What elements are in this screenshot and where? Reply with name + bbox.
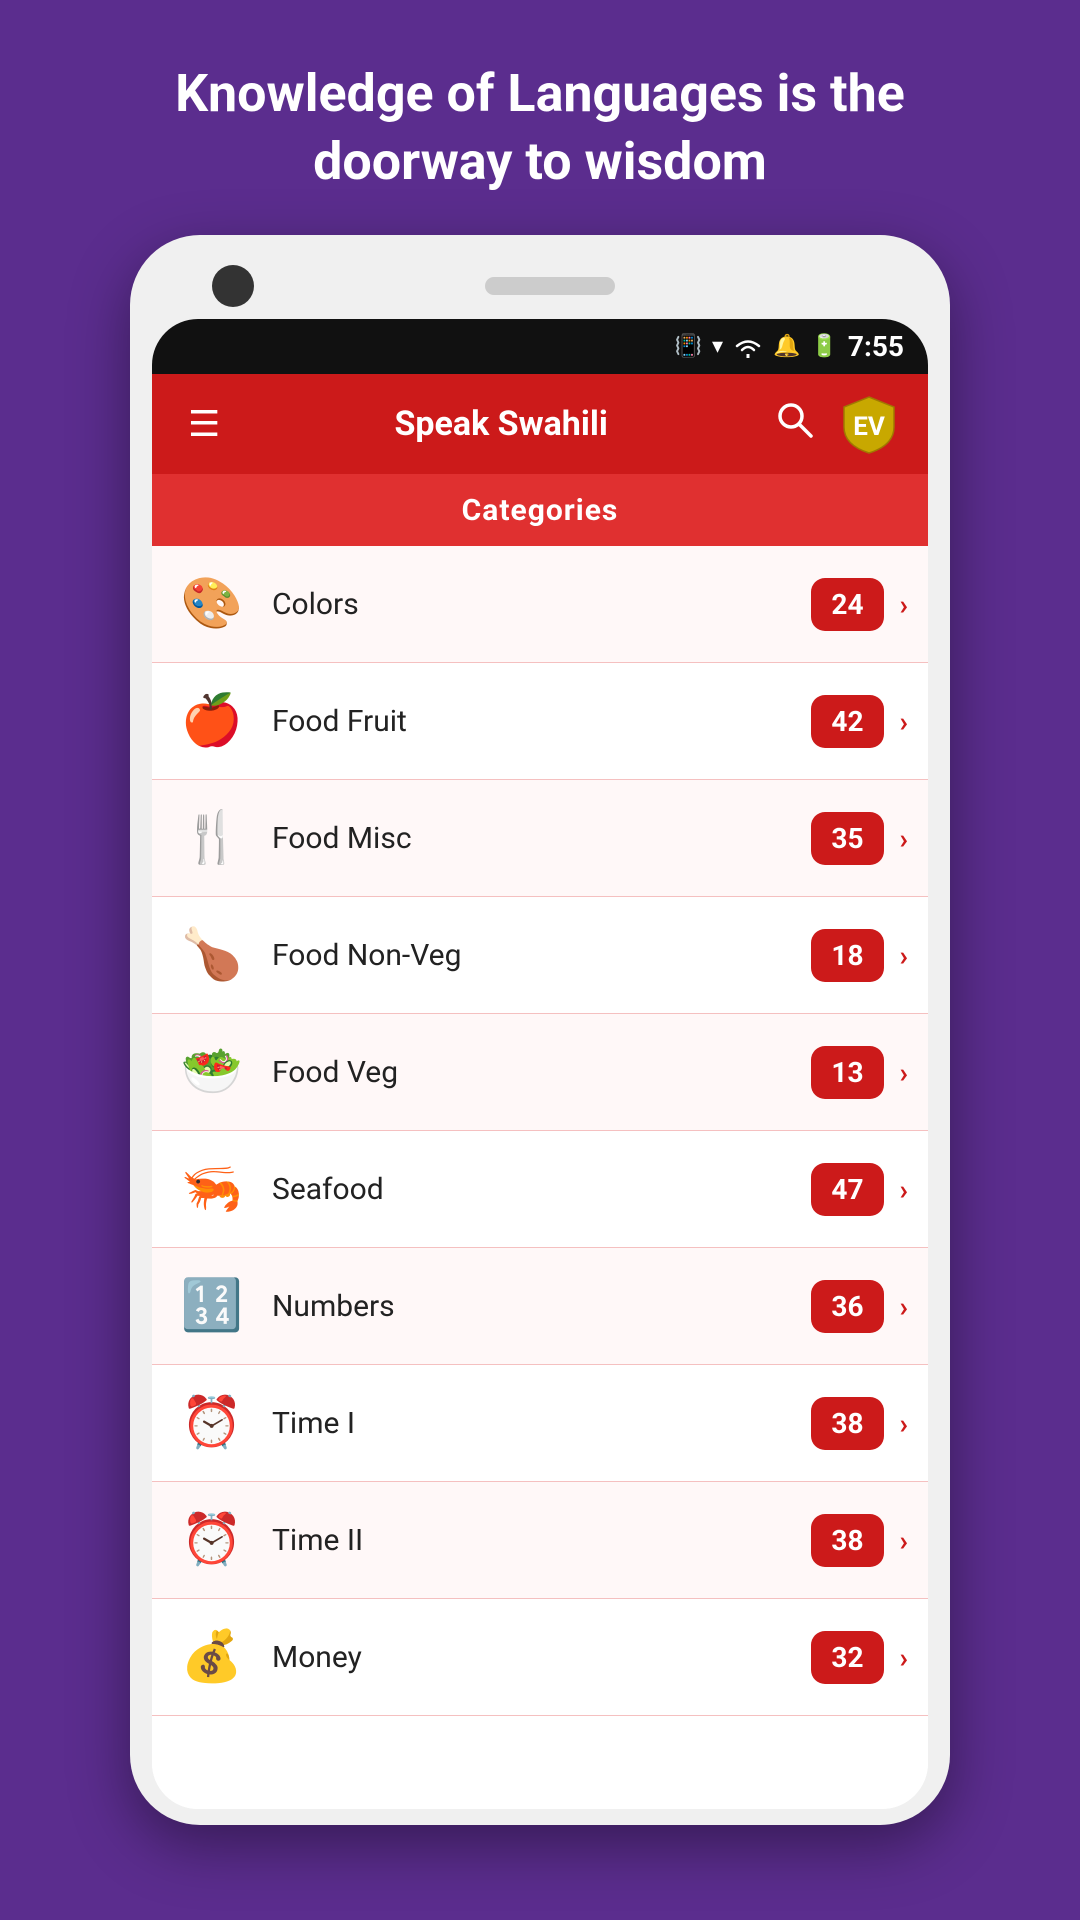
list-item[interactable]: 🔢 Numbers 36 › <box>152 1248 928 1365</box>
phone-speaker <box>485 277 615 295</box>
category-arrow-food-fruit: › <box>900 705 908 738</box>
list-item[interactable]: 💰 Money 32 › <box>152 1599 928 1716</box>
category-icon-food-non-veg: 🍗 <box>172 915 252 995</box>
category-icon-colors: 🎨 <box>172 564 252 644</box>
phone-frame: 📳 ▾ 🔔 🔋 7:55 ☰ Speak Swahili <box>130 235 950 1825</box>
category-arrow-food-non-veg: › <box>900 939 908 972</box>
category-label-food-veg: Food Veg <box>272 1055 811 1090</box>
phone-notch <box>152 257 928 319</box>
category-arrow-time-i: › <box>900 1407 908 1440</box>
category-count-food-fruit: 42 <box>811 695 883 748</box>
status-bar: 📳 ▾ 🔔 🔋 7:55 <box>152 319 928 374</box>
battery-icon: 🔋 <box>811 334 838 359</box>
category-arrow-time-ii: › <box>900 1524 908 1557</box>
category-icon-food-fruit: 🍎 <box>172 681 252 761</box>
category-count-food-veg: 13 <box>811 1046 883 1099</box>
list-item[interactable]: 🍴 Food Misc 35 › <box>152 780 928 897</box>
category-icon-money: 💰 <box>172 1617 252 1697</box>
app-logo: EV <box>838 393 900 455</box>
status-time: 7:55 <box>848 330 904 363</box>
phone-screen: 📳 ▾ 🔔 🔋 7:55 ☰ Speak Swahili <box>152 319 928 1809</box>
category-label-money: Money <box>272 1640 811 1675</box>
category-list: 🎨 Colors 24 › 🍎 Food Fruit 42 › 🍴 Food M… <box>152 546 928 1809</box>
wifi-icon: ▾ <box>712 334 723 359</box>
category-label-colors: Colors <box>272 587 811 622</box>
app-toolbar: ☰ Speak Swahili EV <box>152 374 928 474</box>
categories-bar: Categories <box>152 474 928 546</box>
category-label-numbers: Numbers <box>272 1289 811 1324</box>
category-arrow-numbers: › <box>900 1290 908 1323</box>
list-item[interactable]: 🍗 Food Non-Veg 18 › <box>152 897 928 1014</box>
svg-text:EV: EV <box>853 412 885 442</box>
category-count-colors: 24 <box>811 578 883 631</box>
category-arrow-seafood: › <box>900 1173 908 1206</box>
category-count-food-misc: 35 <box>811 812 883 865</box>
category-icon-food-veg: 🥗 <box>172 1032 252 1112</box>
category-label-food-non-veg: Food Non-Veg <box>272 938 811 973</box>
notification-icon: 🔔 <box>773 334 800 359</box>
category-arrow-colors: › <box>900 588 908 621</box>
category-arrow-food-veg: › <box>900 1056 908 1089</box>
list-item[interactable]: ⏰ Time II 38 › <box>152 1482 928 1599</box>
category-count-seafood: 47 <box>811 1163 883 1216</box>
categories-label: Categories <box>462 493 619 528</box>
category-icon-food-misc: 🍴 <box>172 798 252 878</box>
header-quote: Knowledge of Languages is the doorway to… <box>0 0 1080 235</box>
phone-camera <box>212 265 254 307</box>
category-label-seafood: Seafood <box>272 1172 811 1207</box>
category-count-money: 32 <box>811 1631 883 1684</box>
category-count-numbers: 36 <box>811 1280 883 1333</box>
category-count-time-ii: 38 <box>811 1514 883 1567</box>
hamburger-button[interactable]: ☰ <box>180 398 228 450</box>
status-icons: 📳 ▾ 🔔 🔋 7:55 <box>675 330 904 363</box>
app-title: Speak Swahili <box>252 404 750 444</box>
category-label-time-i: Time I <box>272 1406 811 1441</box>
category-icon-time-ii: ⏰ <box>172 1500 252 1580</box>
category-label-food-misc: Food Misc <box>272 821 811 856</box>
category-icon-numbers: 🔢 <box>172 1266 252 1346</box>
category-arrow-money: › <box>900 1641 908 1674</box>
list-item[interactable]: 🍎 Food Fruit 42 › <box>152 663 928 780</box>
category-icon-seafood: 🦐 <box>172 1149 252 1229</box>
wifi-icon-svg <box>733 336 763 358</box>
category-count-food-non-veg: 18 <box>811 929 883 982</box>
list-item[interactable]: 🥗 Food Veg 13 › <box>152 1014 928 1131</box>
vibrate-icon: 📳 <box>675 334 702 359</box>
category-arrow-food-misc: › <box>900 822 908 855</box>
search-button[interactable] <box>774 399 814 449</box>
list-item[interactable]: ⏰ Time I 38 › <box>152 1365 928 1482</box>
category-icon-time-i: ⏰ <box>172 1383 252 1463</box>
category-label-time-ii: Time II <box>272 1523 811 1558</box>
list-item[interactable]: 🎨 Colors 24 › <box>152 546 928 663</box>
category-count-time-i: 38 <box>811 1397 883 1450</box>
category-label-food-fruit: Food Fruit <box>272 704 811 739</box>
list-item[interactable]: 🦐 Seafood 47 › <box>152 1131 928 1248</box>
